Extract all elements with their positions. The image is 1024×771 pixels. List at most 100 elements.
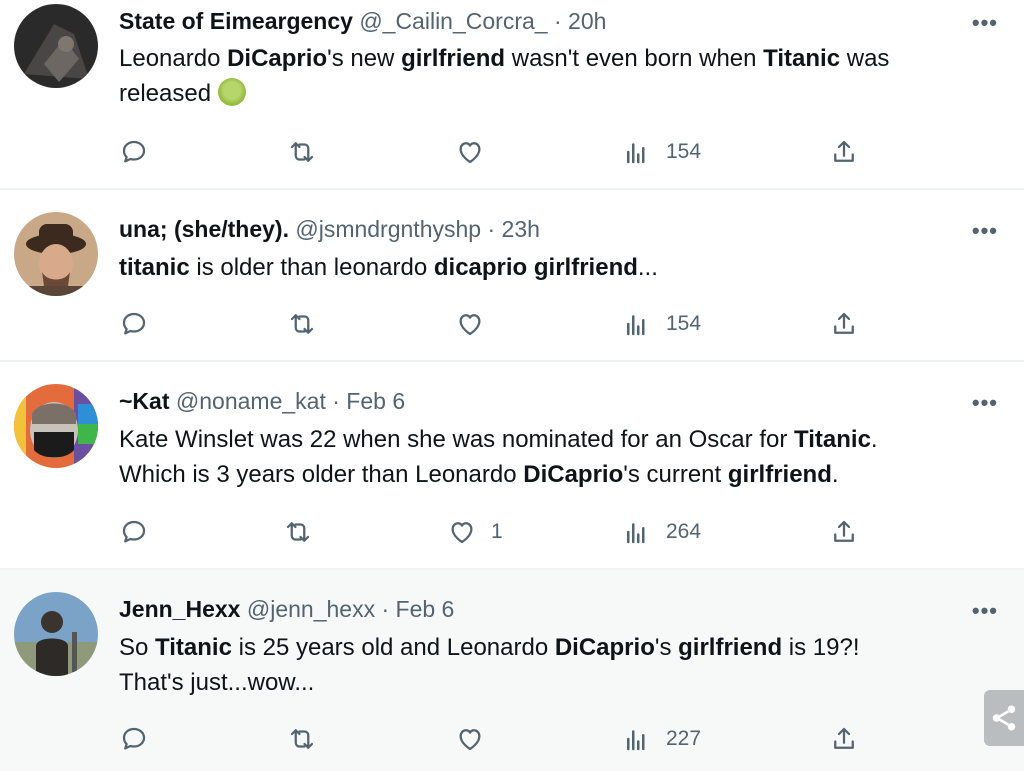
tweet-header: Jenn_Hexx @jenn_hexx · Feb 6 bbox=[119, 596, 454, 623]
text-segment: is 19?! bbox=[782, 634, 860, 661]
display-name[interactable]: State of Eimeargency bbox=[119, 8, 353, 34]
action-bar: 227 bbox=[0, 719, 1024, 759]
action-bar: 154 bbox=[0, 132, 1024, 172]
tweet[interactable]: State of Eimeargency @_Cailin_Corcra_ · … bbox=[0, 0, 1024, 190]
text-segment: . bbox=[870, 426, 878, 453]
floating-share-button[interactable] bbox=[984, 690, 1024, 746]
tweet[interactable]: Jenn_Hexx @jenn_hexx · Feb 6 ••• So Tita… bbox=[0, 570, 1024, 771]
like-button[interactable]: 1 bbox=[447, 512, 503, 552]
text-segment: 's bbox=[654, 634, 679, 661]
display-name[interactable]: Jenn_Hexx bbox=[119, 596, 240, 622]
share-button[interactable] bbox=[829, 719, 859, 759]
views-icon bbox=[627, 523, 645, 544]
more-options-icon[interactable]: ••• bbox=[972, 10, 998, 36]
like-count: 1 bbox=[491, 520, 503, 543]
reply-button[interactable] bbox=[119, 304, 149, 344]
bold-segment: Titanic bbox=[763, 45, 841, 72]
separator: · bbox=[381, 596, 390, 622]
heart-icon bbox=[451, 522, 473, 544]
retweet-button[interactable] bbox=[287, 719, 317, 759]
retweet-icon bbox=[290, 142, 314, 162]
text-segment: is 25 years old and Leonardo bbox=[231, 634, 555, 661]
avatar[interactable] bbox=[14, 384, 98, 468]
view-count: 154 bbox=[666, 140, 702, 163]
bold-segment: titanic bbox=[119, 254, 190, 281]
reply-icon bbox=[122, 140, 146, 163]
avatar[interactable] bbox=[14, 212, 98, 296]
view-count: 227 bbox=[666, 727, 702, 750]
display-name[interactable]: ~Kat bbox=[119, 388, 170, 414]
bold-segment: DiCaprio bbox=[523, 461, 624, 488]
more-options-icon[interactable]: ••• bbox=[972, 390, 998, 416]
views-icon bbox=[627, 143, 645, 164]
handle[interactable]: @jenn_hexx bbox=[247, 596, 375, 622]
views-icon bbox=[627, 730, 645, 751]
heart-icon bbox=[459, 314, 481, 336]
reply-icon bbox=[122, 520, 146, 543]
tweet[interactable]: ~Kat @noname_kat · Feb 6 ••• Kate Winsle… bbox=[0, 362, 1024, 570]
reply-icon bbox=[122, 727, 146, 750]
avatar[interactable] bbox=[14, 4, 98, 88]
reply-icon bbox=[122, 312, 146, 335]
tweet-text: So Titanic is 25 years old and Leonardo … bbox=[119, 630, 999, 700]
bold-segment: dicaprio girlfriend bbox=[433, 254, 638, 281]
more-options-icon[interactable]: ••• bbox=[972, 218, 998, 244]
share-nodes-icon bbox=[992, 705, 1016, 731]
separator: · bbox=[553, 8, 562, 34]
text-segment: Kate Winslet was 22 when she was nominat… bbox=[119, 426, 794, 453]
action-bar: 154 bbox=[0, 304, 1024, 344]
tweet-text: Kate Winslet was 22 when she was nominat… bbox=[119, 422, 999, 492]
reply-button[interactable] bbox=[119, 719, 149, 759]
bold-segment: girlfriend bbox=[678, 634, 783, 661]
like-button[interactable] bbox=[455, 132, 499, 172]
reply-button[interactable] bbox=[119, 132, 149, 172]
views-button[interactable]: 154 bbox=[622, 304, 701, 344]
share-button[interactable] bbox=[829, 304, 859, 344]
handle[interactable]: @_Cailin_Corcra_ bbox=[359, 8, 547, 34]
text-segment: wasn't even born when bbox=[505, 45, 764, 72]
share-button[interactable] bbox=[829, 512, 859, 552]
text-segment: is older than leonardo bbox=[189, 254, 434, 281]
tweet-header: ~Kat @noname_kat · Feb 6 bbox=[119, 388, 405, 415]
display-name[interactable]: una; (she/they). bbox=[119, 216, 289, 242]
tweet[interactable]: una; (she/they). @jsmndrgnthyshp · 23h •… bbox=[0, 190, 1024, 362]
handle[interactable]: @noname_kat bbox=[176, 388, 326, 414]
nauseated-face-emoji bbox=[217, 78, 246, 106]
retweet-button[interactable] bbox=[287, 132, 317, 172]
view-count: 264 bbox=[666, 520, 702, 543]
share-icon bbox=[834, 140, 854, 162]
avatar[interactable] bbox=[14, 592, 98, 676]
bold-segment: DiCaprio bbox=[554, 634, 655, 661]
share-icon bbox=[834, 520, 854, 542]
like-button[interactable] bbox=[455, 304, 499, 344]
bold-segment: Titanic bbox=[155, 634, 232, 661]
separator: · bbox=[332, 388, 340, 414]
text-segment: So bbox=[119, 634, 156, 661]
action-bar: 1 264 bbox=[0, 512, 1024, 552]
tweet-header: una; (she/they). @jsmndrgnthyshp · 23h bbox=[119, 216, 540, 243]
timestamp[interactable]: Feb 6 bbox=[396, 596, 455, 622]
views-button[interactable]: 154 bbox=[622, 132, 701, 172]
views-button[interactable]: 264 bbox=[622, 512, 701, 552]
views-button[interactable]: 227 bbox=[622, 719, 701, 759]
text-segment: Leonardo bbox=[119, 45, 228, 72]
view-count: 154 bbox=[666, 312, 702, 335]
timestamp[interactable]: 23h bbox=[502, 216, 540, 242]
retweet-icon bbox=[286, 522, 310, 542]
share-button[interactable] bbox=[829, 132, 859, 172]
text-segment: released bbox=[119, 80, 218, 107]
tweet-header: State of Eimeargency @_Cailin_Corcra_ · … bbox=[119, 8, 606, 35]
retweet-button[interactable] bbox=[283, 512, 313, 552]
retweet-icon bbox=[290, 729, 314, 749]
timestamp[interactable]: 20h bbox=[568, 8, 606, 34]
retweet-button[interactable] bbox=[287, 304, 317, 344]
like-button[interactable] bbox=[455, 719, 499, 759]
tweet-text: Leonardo DiCaprio's new girlfriend wasn'… bbox=[119, 41, 999, 111]
more-options-icon[interactable]: ••• bbox=[972, 598, 998, 624]
retweet-icon bbox=[290, 314, 314, 334]
handle[interactable]: @jsmndrgnthyshp bbox=[295, 216, 481, 242]
reply-button[interactable] bbox=[119, 512, 149, 552]
text-segment: That's just...wow... bbox=[119, 669, 315, 696]
text-segment: 's current bbox=[623, 461, 728, 488]
timestamp[interactable]: Feb 6 bbox=[346, 388, 405, 414]
